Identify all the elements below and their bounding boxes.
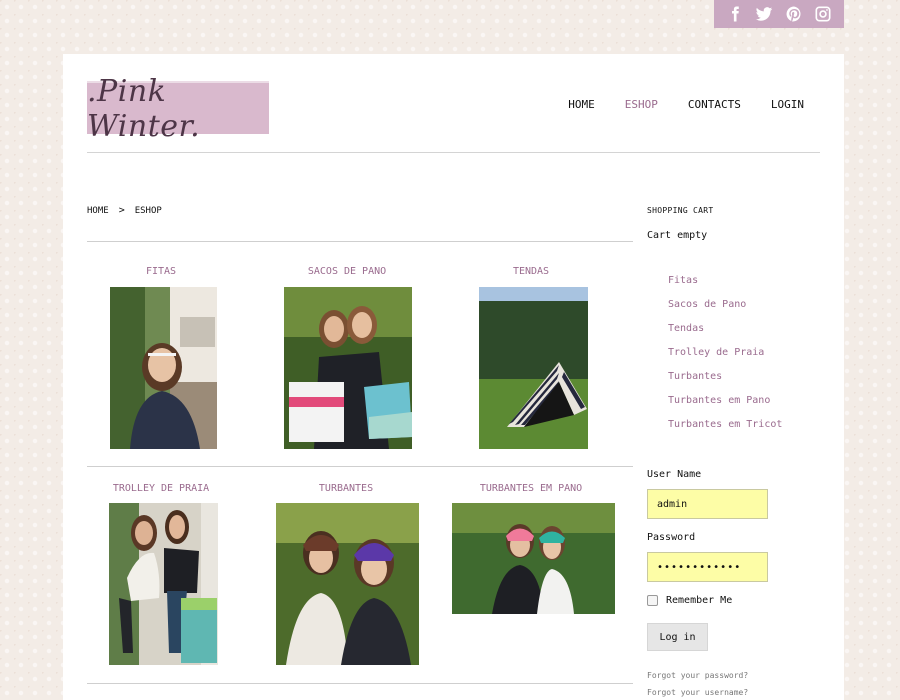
cart-title: SHOPPING CART xyxy=(647,206,714,215)
username-label: User Name xyxy=(647,469,702,480)
product-title-sacos-de-pano[interactable]: SACOS DE PANO xyxy=(308,266,386,277)
nav-item-eshop[interactable]: ESHOP xyxy=(625,98,658,111)
page-container: .Pink Winter. HOME ESHOP CONTACTS LOGIN … xyxy=(63,54,844,700)
product-row-divider-bottom xyxy=(87,683,633,684)
login-button[interactable]: Log in xyxy=(647,623,708,651)
breadcrumb-home[interactable]: HOME xyxy=(87,206,109,216)
product-image-turbantes-em-pano[interactable] xyxy=(452,503,615,614)
breadcrumb-separator-icon: > xyxy=(118,205,125,216)
product-title-trolley-de-praia[interactable]: TROLLEY DE PRAIA xyxy=(113,483,209,494)
facebook-icon[interactable] xyxy=(724,3,746,25)
category-item-fitas[interactable]: Fitas xyxy=(668,275,782,299)
remember-me: Remember Me xyxy=(647,595,732,606)
product-image-trolley-de-praia[interactable] xyxy=(109,503,218,665)
product-image-fitas[interactable] xyxy=(110,287,217,449)
pinterest-icon[interactable] xyxy=(783,3,805,25)
product-title-turbantes-em-pano[interactable]: TURBANTES EM PANO xyxy=(480,483,582,494)
instagram-icon[interactable] xyxy=(812,3,834,25)
category-list: Fitas Sacos de Pano Tendas Trolley de Pr… xyxy=(668,275,782,443)
category-item-turbantes-em-pano[interactable]: Turbantes em Pano xyxy=(668,395,782,419)
breadcrumb: HOME > ESHOP xyxy=(87,205,162,216)
breadcrumb-divider xyxy=(87,241,633,242)
forgot-username-link[interactable]: Forgot your username? xyxy=(647,688,748,697)
password-field[interactable] xyxy=(647,552,768,582)
forgot-password-link[interactable]: Forgot your password? xyxy=(647,671,748,680)
product-row-divider xyxy=(87,466,633,467)
nav-item-login[interactable]: LOGIN xyxy=(771,98,804,111)
category-item-tendas[interactable]: Tendas xyxy=(668,323,782,347)
product-title-fitas[interactable]: FITAS xyxy=(146,266,176,277)
breadcrumb-current: ESHOP xyxy=(134,205,162,216)
cart-status: Cart empty xyxy=(647,230,708,241)
remember-me-checkbox[interactable] xyxy=(647,595,658,606)
main-nav: HOME ESHOP CONTACTS LOGIN xyxy=(568,98,804,111)
product-image-turbantes[interactable] xyxy=(276,503,419,665)
logo[interactable]: .Pink Winter. xyxy=(87,74,269,144)
logo-text: .Pink Winter. xyxy=(87,73,201,144)
category-item-trolley-de-praia[interactable]: Trolley de Praia xyxy=(668,347,782,371)
header-divider xyxy=(87,152,820,153)
password-label: Password xyxy=(647,532,696,543)
product-title-turbantes[interactable]: TURBANTES xyxy=(319,483,373,494)
category-item-turbantes[interactable]: Turbantes xyxy=(668,371,782,395)
remember-me-label: Remember Me xyxy=(666,595,733,606)
username-field[interactable] xyxy=(647,489,768,519)
twitter-icon[interactable] xyxy=(753,3,775,25)
product-image-sacos-de-pano[interactable] xyxy=(284,287,412,449)
category-item-turbantes-em-tricot[interactable]: Turbantes em Tricot xyxy=(668,419,782,443)
nav-item-home[interactable]: HOME xyxy=(568,98,595,111)
nav-item-contacts[interactable]: CONTACTS xyxy=(688,98,741,111)
product-image-tendas[interactable] xyxy=(479,287,588,449)
product-title-tendas[interactable]: TENDAS xyxy=(513,266,549,277)
category-item-sacos-de-pano[interactable]: Sacos de Pano xyxy=(668,299,782,323)
social-bar xyxy=(714,0,844,28)
